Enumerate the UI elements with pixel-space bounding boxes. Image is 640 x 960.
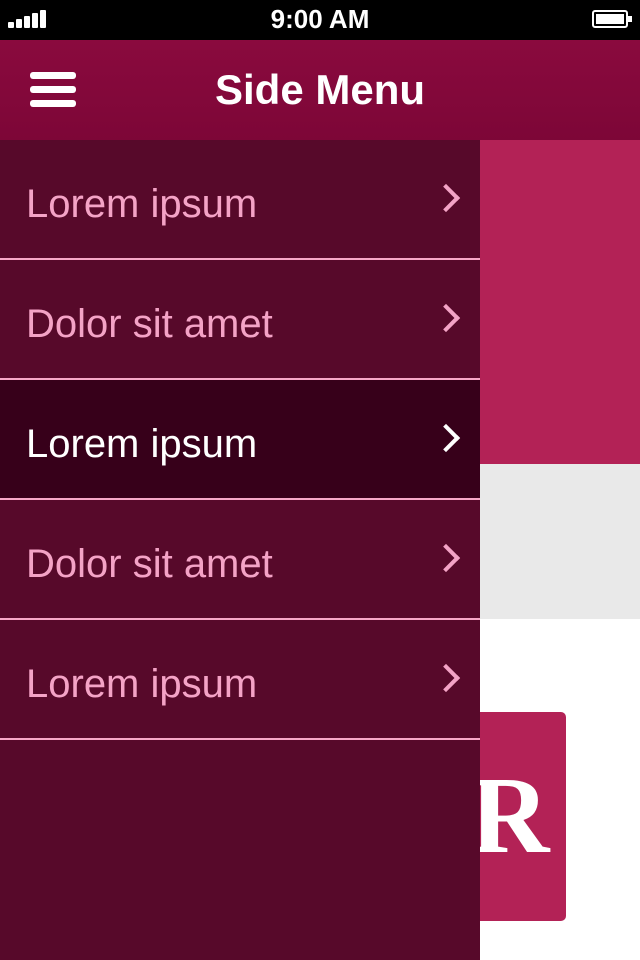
menu-item-3-active[interactable]: Lorem ipsum: [0, 380, 480, 500]
side-menu: Lorem ipsum Dolor sit amet Lorem ipsum D…: [0, 140, 480, 960]
status-bar: 9:00 AM: [0, 0, 640, 40]
menu-item-4[interactable]: Dolor sit amet: [0, 500, 480, 620]
menu-item-5[interactable]: Lorem ipsum: [0, 620, 480, 740]
chevron-right-icon: [431, 423, 461, 453]
background-section: [480, 464, 640, 619]
battery-icon: [592, 10, 632, 28]
chevron-right-icon: [431, 303, 461, 333]
menu-item-1[interactable]: Lorem ipsum: [0, 140, 480, 260]
menu-item-label: Lorem ipsum: [26, 182, 258, 226]
menu-item-2[interactable]: Dolor sit amet: [0, 260, 480, 380]
nav-bar: Side Menu: [0, 40, 640, 140]
chevron-right-icon: [431, 663, 461, 693]
menu-item-label: Lorem ipsum: [26, 422, 258, 466]
menu-item-label: Dolor sit amet: [26, 542, 273, 586]
chevron-right-icon: [431, 543, 461, 573]
background-banner: [480, 140, 640, 464]
menu-item-label: Dolor sit amet: [26, 302, 273, 346]
status-time: 9:00 AM: [270, 4, 370, 34]
chevron-right-icon: [431, 183, 461, 213]
page-title: Side Menu: [214, 66, 426, 113]
background-card[interactable]: R: [470, 712, 566, 921]
menu-item-label: Lorem ipsum: [26, 662, 258, 706]
